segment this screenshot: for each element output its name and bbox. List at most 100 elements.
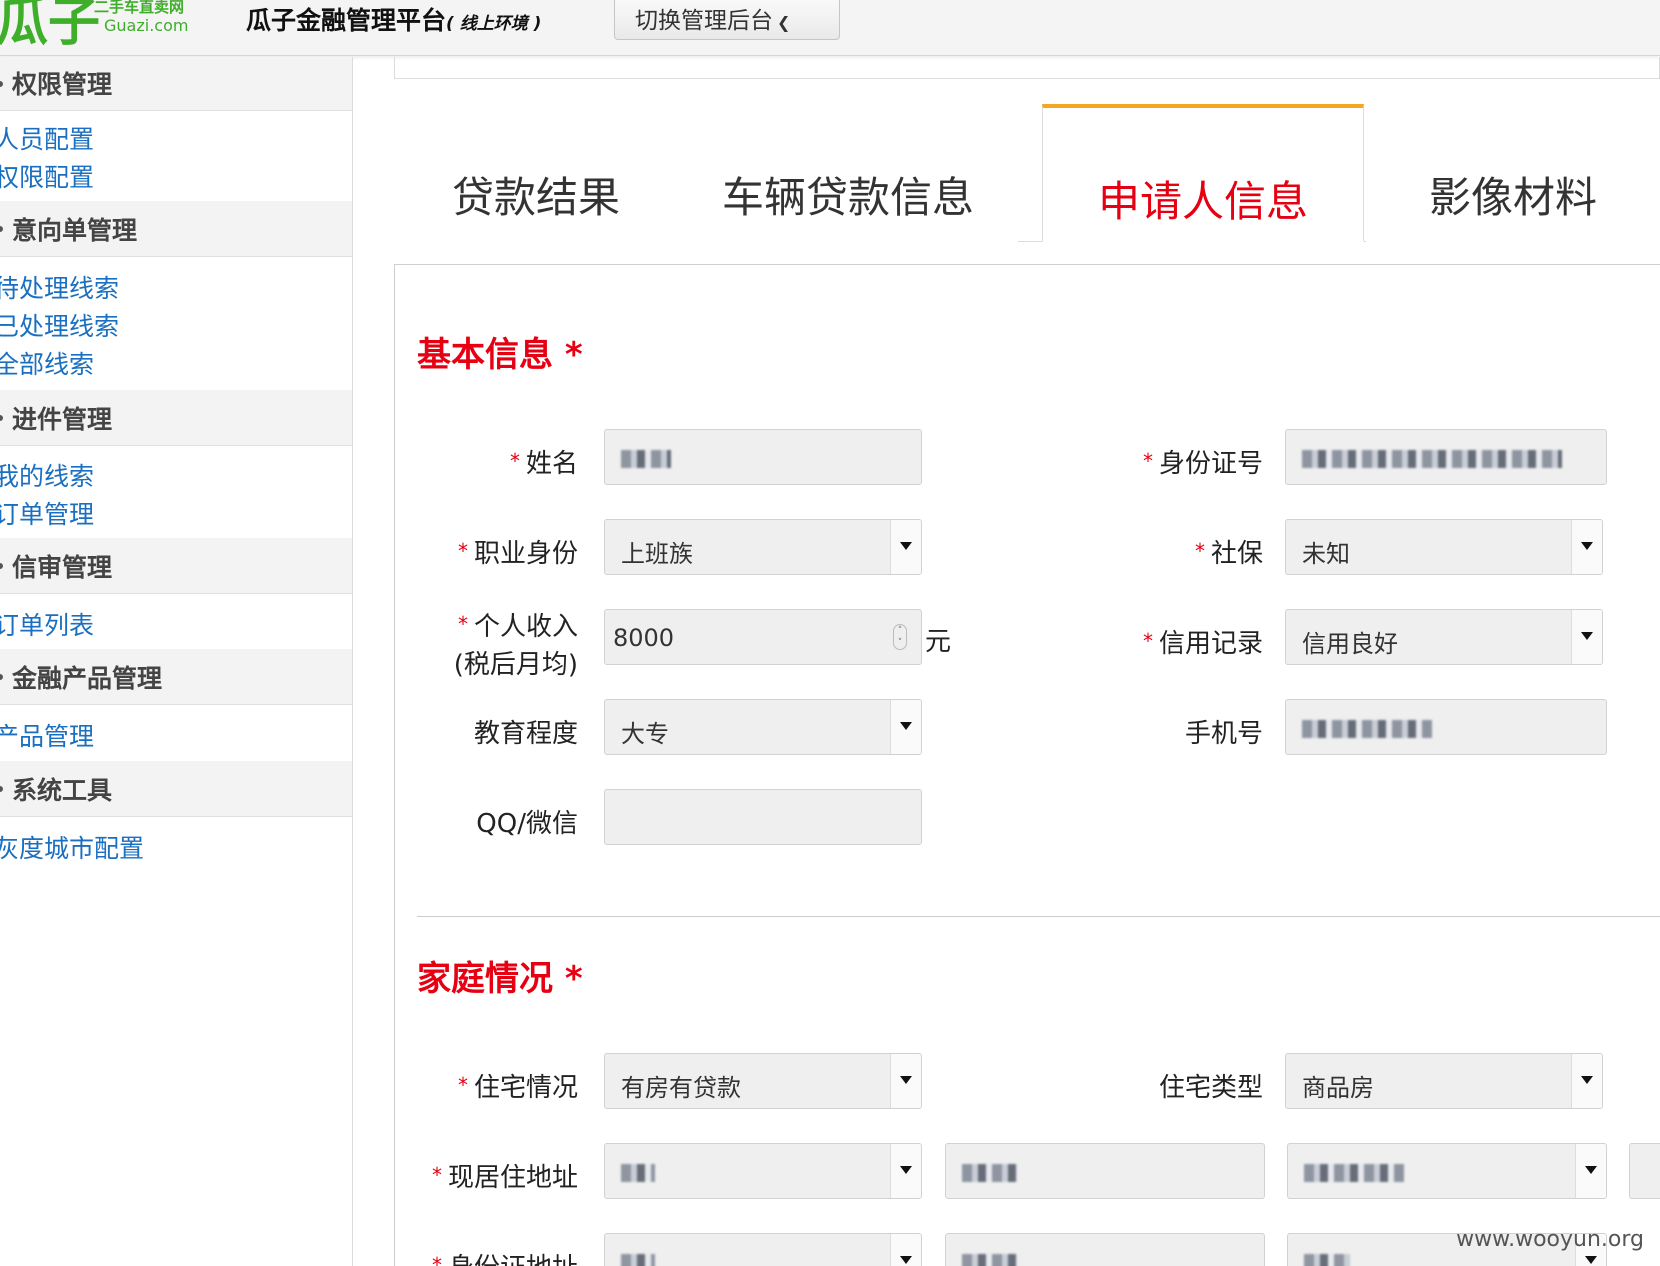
logo-domain: Guazi.com xyxy=(104,16,189,35)
bullet-icon xyxy=(0,225,3,232)
chevron-down-icon xyxy=(900,1256,912,1264)
top-strip xyxy=(394,57,1660,79)
number-spinner-icon[interactable]: ˄ ˅ xyxy=(893,624,907,650)
section-title: 金融产品管理 xyxy=(12,664,163,693)
sidebar-item-pending-leads[interactable]: 待处理线索 xyxy=(0,269,119,305)
sidebar-item-order-list[interactable]: 订单列表 xyxy=(0,606,94,642)
id-city-select[interactable] xyxy=(945,1233,1265,1266)
id-address-label: * 身份证地址 xyxy=(401,1247,578,1266)
required-mark: * xyxy=(564,959,583,999)
sidebar-item-product-management[interactable]: 产品管理 xyxy=(0,717,94,753)
required-asterisk: * xyxy=(1142,629,1153,653)
social-security-select[interactable]: 未知 xyxy=(1285,519,1603,575)
required-asterisk: * xyxy=(431,1253,442,1266)
basic-info-title-text: 基本信息 xyxy=(417,335,553,375)
switch-admin-label: 切换管理后台 xyxy=(635,8,773,34)
current-city-select[interactable] xyxy=(945,1143,1265,1199)
income-label-line1: * 个人收入 xyxy=(415,605,578,646)
sidebar-section-system-tools[interactable]: 系统工具 xyxy=(0,761,352,817)
top-header: 瓜子 二手车直卖网 Guazi.com 瓜子金融管理平台( 线上环境 ) 切换管… xyxy=(0,0,1660,56)
tab-loan-result[interactable]: 贷款结果 xyxy=(394,104,678,242)
occupation-select[interactable]: 上班族 xyxy=(604,519,922,575)
name-field[interactable] xyxy=(604,429,922,485)
occupation-label-text: 职业身份 xyxy=(473,539,578,569)
housing-type-value: 商品房 xyxy=(1302,1074,1374,1102)
current-address-detail-input[interactable] xyxy=(1629,1143,1660,1199)
id-number-label-text: 身份证号 xyxy=(1158,449,1263,479)
chevron-down-icon: ❮ xyxy=(777,13,791,32)
sidebar-item-all-leads[interactable]: 全部线索 xyxy=(0,345,94,381)
housing-select[interactable]: 有房有贷款 xyxy=(604,1053,922,1109)
sidebar-section-permission[interactable]: 权限管理 xyxy=(0,57,352,111)
redacted-value xyxy=(621,450,671,468)
sidebar-section-intake[interactable]: 进件管理 xyxy=(0,390,352,446)
required-asterisk: * xyxy=(457,1073,468,1097)
income-unit: 元 xyxy=(925,627,952,657)
name-label-text: 姓名 xyxy=(525,449,578,479)
phone-field[interactable] xyxy=(1285,699,1607,755)
section-divider xyxy=(417,916,1660,917)
chevron-down-icon xyxy=(900,542,912,550)
current-address-label-text: 现居住地址 xyxy=(447,1163,578,1193)
sidebar-section-finance-product[interactable]: 金融产品管理 xyxy=(0,649,352,705)
sidebar-item-order-management[interactable]: 订单管理 xyxy=(0,495,94,531)
required-asterisk: * xyxy=(431,1163,442,1187)
current-address-label: * 现居住地址 xyxy=(401,1157,578,1194)
env-label: ( 线上环境 ) xyxy=(446,14,542,34)
education-value: 大专 xyxy=(621,720,669,748)
id-province-select[interactable] xyxy=(604,1233,922,1266)
switch-admin-button[interactable]: 切换管理后台 ❮ xyxy=(614,0,840,40)
redacted-value xyxy=(962,1164,1018,1182)
social-security-label: * 社保 xyxy=(1055,533,1263,570)
watermark: www.wooyun.org xyxy=(1456,1227,1644,1252)
tab-vehicle-loan-info[interactable]: 车辆贷款信息 xyxy=(678,104,1018,242)
id-number-label: * 身份证号 xyxy=(1055,443,1263,480)
credit-label-text: 信用记录 xyxy=(1158,629,1263,659)
housing-type-select[interactable]: 商品房 xyxy=(1285,1053,1603,1109)
sidebar-section-intent[interactable]: 意向单管理 xyxy=(0,201,352,257)
chevron-down-icon xyxy=(1585,1166,1597,1174)
required-mark: * xyxy=(564,335,583,375)
credit-select[interactable]: 信用良好 xyxy=(1285,609,1603,665)
income-label-line2: (税后月均) xyxy=(453,650,578,680)
phone-label: 手机号 xyxy=(1184,719,1263,749)
sidebar-item-processed-leads[interactable]: 已处理线索 xyxy=(0,307,119,343)
occupation-value: 上班族 xyxy=(621,540,693,568)
sidebar-item-my-leads[interactable]: 我的线索 xyxy=(0,457,94,493)
tab-image-materials[interactable]: 影像材料 xyxy=(1366,104,1660,242)
bullet-icon xyxy=(0,673,3,680)
section-title: 信审管理 xyxy=(12,553,113,582)
tab-applicant-info[interactable]: 申请人信息 xyxy=(1042,104,1364,242)
chevron-down-icon xyxy=(900,1076,912,1084)
redacted-value xyxy=(1302,450,1562,468)
basic-info-title: 基本信息 * xyxy=(417,327,583,376)
chevron-down-icon xyxy=(1581,1076,1593,1084)
social-security-value: 未知 xyxy=(1302,540,1350,568)
education-label: 教育程度 xyxy=(473,719,578,749)
sidebar-item-permission-config[interactable]: 权限配置 xyxy=(0,158,94,194)
income-input[interactable]: 8000 ˄ ˅ xyxy=(604,609,922,665)
bullet-icon xyxy=(0,785,3,792)
social-security-label-text: 社保 xyxy=(1210,539,1263,569)
redacted-value xyxy=(1304,1254,1350,1266)
qq-wechat-input[interactable] xyxy=(604,789,922,845)
sidebar-section-credit-review[interactable]: 信审管理 xyxy=(0,538,352,594)
logo[interactable]: 瓜子 xyxy=(0,0,100,55)
education-select[interactable]: 大专 xyxy=(604,699,922,755)
current-province-select[interactable] xyxy=(604,1143,922,1199)
housing-label: * 住宅情况 xyxy=(415,1067,578,1104)
credit-value: 信用良好 xyxy=(1302,630,1398,658)
bullet-icon xyxy=(0,80,3,87)
main-content: 贷款结果 车辆贷款信息 申请人信息 影像材料 基本信息 * * 姓名 * 身份证号 … xyxy=(354,57,1660,1266)
sidebar-item-staff-config[interactable]: 人员配置 xyxy=(0,120,94,156)
form-panel: 基本信息 * * 姓名 * 身份证号 * 职业身份 上班族 * 社保 未知 * 个人收入(… xyxy=(394,264,1660,1266)
id-address-label-text: 身份证地址 xyxy=(448,1253,578,1266)
id-number-field[interactable] xyxy=(1285,429,1607,485)
required-asterisk: * xyxy=(509,449,520,473)
credit-label: * 信用记录 xyxy=(1055,623,1263,660)
occupation-label: * 职业身份 xyxy=(415,533,578,570)
current-district-select[interactable] xyxy=(1287,1143,1607,1199)
sidebar-item-gray-city-config[interactable]: 灰度城市配置 xyxy=(0,829,144,865)
tab-bar: 贷款结果 车辆贷款信息 申请人信息 影像材料 xyxy=(394,104,1660,242)
required-asterisk: * xyxy=(457,539,468,563)
